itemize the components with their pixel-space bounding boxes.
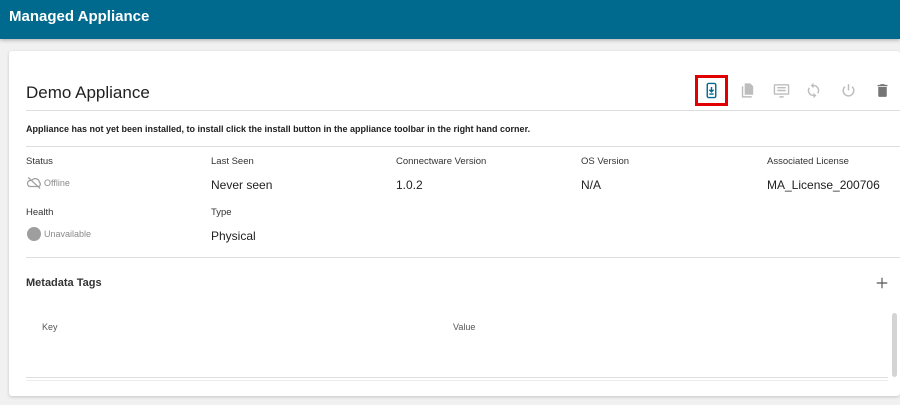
- sync-button[interactable]: [798, 75, 828, 105]
- title-divider: [26, 110, 900, 111]
- console-icon: [773, 83, 789, 98]
- table-bottom-border: [26, 377, 888, 378]
- health-indicator-icon: [27, 227, 41, 241]
- sync-icon: [807, 82, 819, 98]
- value-column-header: Value: [453, 322, 476, 332]
- connectware-version-label: Connectware Version: [396, 156, 487, 167]
- install-icon: [706, 82, 717, 99]
- appliance-name: Demo Appliance: [26, 83, 150, 102]
- table-footer-line: [26, 380, 888, 381]
- connectware-version-value: 1.0.2: [396, 178, 423, 192]
- associated-license-value: MA_License_200706: [767, 178, 880, 192]
- health-text: Unavailable: [44, 229, 92, 239]
- notice-divider: [26, 146, 900, 147]
- delete-icon: [877, 83, 887, 97]
- copy-button[interactable]: [732, 75, 762, 105]
- app-bar: Managed Appliance: [0, 0, 900, 39]
- status-label: Status: [26, 156, 53, 167]
- key-column-header: Key: [42, 322, 58, 332]
- install-button[interactable]: [695, 75, 728, 106]
- status-value: Offline: [26, 176, 70, 190]
- delete-button[interactable]: [867, 75, 897, 105]
- install-notice: Appliance has not yet been installed, to…: [26, 124, 531, 134]
- details-divider: [26, 257, 900, 258]
- table-scrollbar[interactable]: [892, 313, 897, 377]
- type-label: Type: [211, 207, 232, 218]
- appliance-card: Demo Appliance Appliance has not yet bee…: [9, 51, 900, 396]
- plus-icon: [876, 277, 888, 289]
- health-label: Health: [26, 207, 54, 218]
- app-title: Managed Appliance: [9, 8, 150, 25]
- copy-icon: [741, 82, 753, 98]
- cloud-off-icon: [26, 176, 41, 190]
- last-seen-label: Last Seen: [211, 156, 254, 167]
- os-version-label: OS Version: [581, 156, 630, 167]
- power-button[interactable]: [833, 75, 863, 105]
- last-seen-value: Never seen: [211, 178, 273, 192]
- status-text: Offline: [44, 178, 70, 188]
- add-tag-button[interactable]: [873, 274, 891, 292]
- power-icon: [842, 83, 854, 97]
- console-button[interactable]: [766, 75, 796, 105]
- associated-license-label: Associated License: [767, 156, 849, 167]
- os-version-value: N/A: [581, 178, 602, 192]
- health-value: Unavailable: [27, 227, 91, 241]
- metadata-tags-title: Metadata Tags: [26, 277, 102, 289]
- type-value: Physical: [211, 229, 256, 243]
